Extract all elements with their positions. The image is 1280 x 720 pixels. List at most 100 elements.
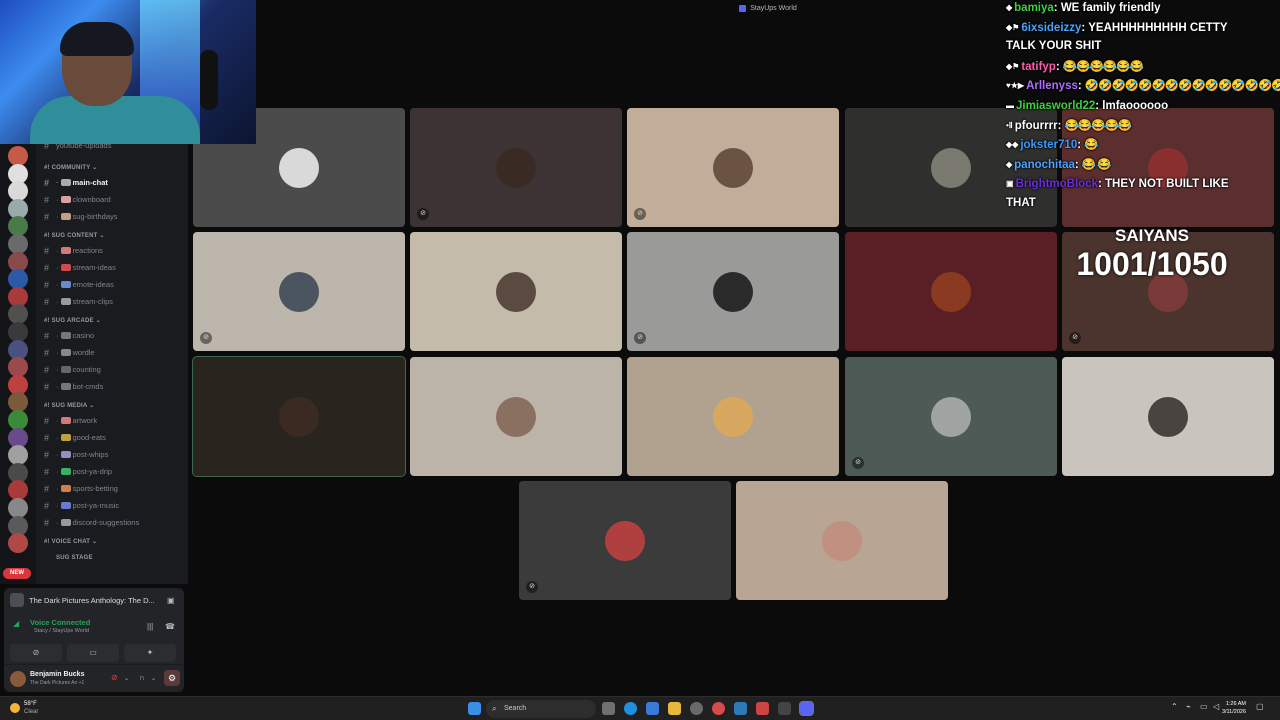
participant-tile[interactable] — [410, 232, 622, 351]
new-unreads-pill[interactable]: NEW — [3, 568, 31, 579]
channel-post-ya-drip[interactable]: # · post-ya-drip — [44, 464, 184, 479]
chat-message: ▣ BrightmoBlock: THEY NOT BUILT LIKE — [1006, 174, 1278, 194]
chat-badge-icons: ♥★▶ — [1006, 81, 1025, 91]
channel-label: sports-betting — [72, 484, 118, 493]
avatar — [931, 148, 971, 188]
chevron-down-icon[interactable]: ⌄ — [151, 675, 156, 682]
network-icon[interactable]: ⌁ — [1186, 702, 1191, 711]
participant-tile[interactable]: ⊘ — [410, 108, 622, 227]
chat-text: 😂 — [1084, 139, 1098, 152]
chat-username: Jimiasworld22 — [1016, 100, 1096, 112]
channel-stream-clips[interactable]: # · stream-clips — [44, 294, 184, 309]
chat-text: lmfaoooooo — [1102, 100, 1169, 112]
channel-clownboard[interactable]: # · clownboard — [44, 192, 184, 207]
participant-tile[interactable] — [736, 481, 948, 600]
channel-casino[interactable]: # · casino — [44, 328, 184, 343]
channel-emoji-icon — [60, 247, 71, 254]
steam-icon[interactable] — [734, 702, 747, 715]
participant-tile[interactable] — [845, 232, 1057, 351]
windows-start-icon[interactable] — [468, 702, 481, 715]
obs-icon[interactable] — [756, 702, 769, 715]
separator-dot: · — [56, 280, 59, 289]
copilot-icon[interactable] — [646, 702, 659, 715]
category-header[interactable]: #! SUG ARCADE ⌄ — [44, 317, 101, 324]
channel-sports-betting[interactable]: # · sports-betting — [44, 481, 184, 496]
channel-label: reactions — [72, 246, 103, 255]
participant-tile[interactable] — [192, 356, 406, 477]
participant-tile[interactable] — [410, 357, 622, 476]
channel-post-whips[interactable]: # · post-whips — [44, 447, 184, 462]
channel-artwork[interactable]: # · artwork — [44, 413, 184, 428]
user-name[interactable]: Benjamin Bucks — [30, 671, 84, 678]
user-panel: Benjamin Bucks The Dark Pictures An +1 ⊘… — [4, 664, 184, 692]
discord-taskbar-icon[interactable] — [799, 701, 814, 716]
camera-off-icon: ⊘ — [32, 648, 40, 657]
activity-title: The Dark Pictures Anthology: The D... — [29, 595, 155, 605]
mic-muted-icon[interactable]: ⊘ — [111, 673, 118, 682]
server-icon[interactable] — [8, 533, 28, 554]
channel-emote-ideas[interactable]: # · emote-ideas — [44, 277, 184, 292]
category-header[interactable]: #! COMMUNITY ⌄ — [44, 164, 97, 171]
participant-tile[interactable]: ⊘ — [193, 232, 405, 351]
participant-tile[interactable]: ⊘ — [627, 108, 839, 227]
weather-widget[interactable]: 58°F Clear — [10, 700, 38, 716]
chevron-down-icon[interactable]: ⌄ — [124, 675, 129, 682]
activity-menu-icon[interactable]: ▣ — [167, 596, 175, 605]
headphones-icon[interactable]: ∩ — [139, 673, 145, 682]
voice-channel-name[interactable]: Stacy / StayUps World — [34, 628, 89, 634]
screen-share-button[interactable]: ▭ — [67, 644, 119, 662]
app-icon[interactable] — [778, 702, 791, 715]
taskbar-search[interactable]: ⌕ Search — [486, 700, 596, 718]
task-view-icon[interactable] — [602, 702, 615, 715]
category-header[interactable]: #! VOICE CHAT ⌄ — [44, 538, 97, 545]
participant-tile[interactable] — [627, 357, 839, 476]
edge-icon[interactable] — [624, 702, 637, 715]
settings-icon[interactable] — [690, 702, 703, 715]
voice-connected-status[interactable]: Voice Connected — [30, 618, 90, 627]
chrome-icon[interactable] — [712, 702, 725, 715]
channel-youtube-uploads[interactable]: # youtube-uploads — [44, 144, 184, 153]
noise-suppression-icon[interactable]: ||| — [147, 622, 153, 631]
category-header[interactable]: #! SUG CONTENT ⌄ — [44, 232, 105, 239]
participant-tile[interactable] — [1062, 357, 1274, 476]
participant-tile[interactable]: ⊘ — [627, 232, 839, 351]
channel-reactions[interactable]: # · reactions — [44, 243, 184, 258]
chat-text: 😂 😂 — [1081, 158, 1112, 171]
avatar[interactable] — [10, 671, 26, 687]
notifications-icon[interactable]: ▢ — [1256, 702, 1264, 711]
hash-icon: # — [44, 177, 50, 188]
stage-channel[interactable]: SUG STAGE — [56, 555, 93, 561]
channel-bot-cmds[interactable]: # · bot-cmds — [44, 379, 184, 394]
activity-row[interactable]: The Dark Pictures Anthology: The D... — [10, 591, 180, 609]
chat-username: 6ixsideizzy — [1021, 21, 1082, 34]
window-title: StayUps World — [750, 4, 797, 12]
channel-good-eats[interactable]: # · good-eats — [44, 430, 184, 445]
participant-tile[interactable]: ⊘ — [519, 481, 731, 600]
weather-condition: Clear — [24, 709, 39, 715]
avatar — [279, 148, 319, 188]
avatar — [713, 148, 753, 188]
activities-button[interactable]: ✦ — [124, 644, 176, 662]
channel-stream-ideas[interactable]: # · stream-ideas — [44, 260, 184, 275]
channel-discord-suggestions[interactable]: # · discord-suggestions — [44, 515, 184, 530]
channel-post-ya-music[interactable]: # · post-ya-music — [44, 498, 184, 513]
hash-icon: # — [44, 415, 50, 426]
disconnect-icon[interactable]: ☎ — [165, 622, 175, 631]
channel-emoji-icon — [60, 298, 71, 305]
participant-tile[interactable]: ⊘ — [845, 357, 1057, 476]
settings-gear-icon[interactable]: ⚙ — [164, 670, 180, 686]
chevron-up-icon[interactable]: ⌃ — [1171, 702, 1178, 711]
channel-sug-birthdays[interactable]: # · sug-birthdays — [44, 209, 184, 224]
file-explorer-icon[interactable] — [668, 702, 681, 715]
voice-panel: The Dark Pictures Anthology: The D... ▣ … — [4, 588, 184, 692]
signal-icon[interactable]: ◢ — [13, 619, 19, 628]
chat-text: THAT — [1006, 197, 1036, 209]
category-header[interactable]: #! SUG MEDIA ⌄ — [44, 402, 94, 409]
channel-wordle[interactable]: # · wordle — [44, 345, 184, 360]
separator-dot: · — [56, 416, 59, 425]
channel-main-chat[interactable]: # · main-chat — [44, 175, 184, 190]
camera-button[interactable]: ⊘ — [10, 644, 62, 662]
channel-counting[interactable]: # · counting — [44, 362, 184, 377]
webcam-microphone — [200, 50, 218, 110]
clock[interactable]: 1:26 AM 3/11/2026 — [1196, 700, 1246, 716]
